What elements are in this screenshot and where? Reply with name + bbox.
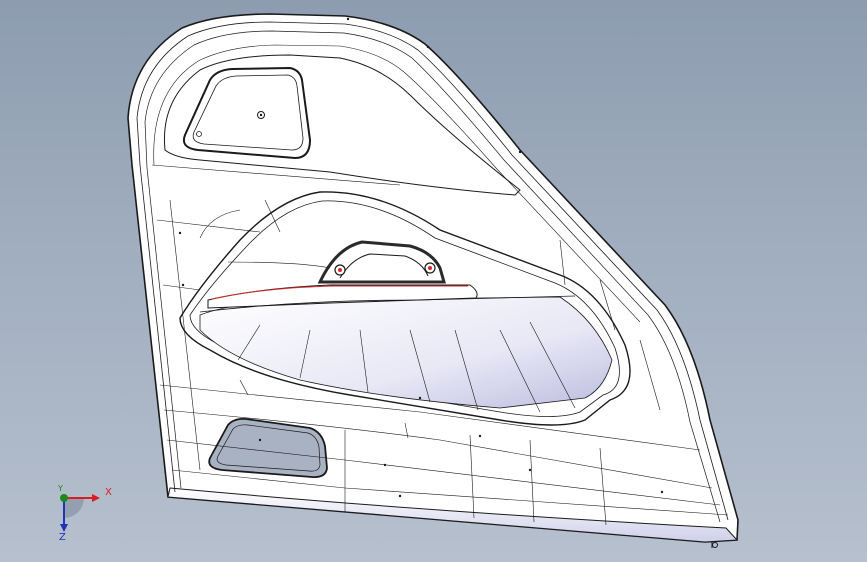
y-axis-dot-icon bbox=[60, 494, 68, 502]
graphics-viewport[interactable]: X Y Z bbox=[0, 0, 867, 562]
corner-clip-icon bbox=[711, 542, 718, 548]
orientation-triad[interactable] bbox=[44, 482, 124, 548]
y-axis-label: Y bbox=[58, 484, 63, 493]
door-trim-panel-model[interactable] bbox=[0, 0, 867, 562]
handle-fastener-right-icon bbox=[424, 262, 436, 274]
x-axis-label: X bbox=[105, 487, 112, 498]
handle-fastener-left-icon bbox=[334, 264, 346, 276]
z-axis-label: Z bbox=[59, 532, 66, 543]
